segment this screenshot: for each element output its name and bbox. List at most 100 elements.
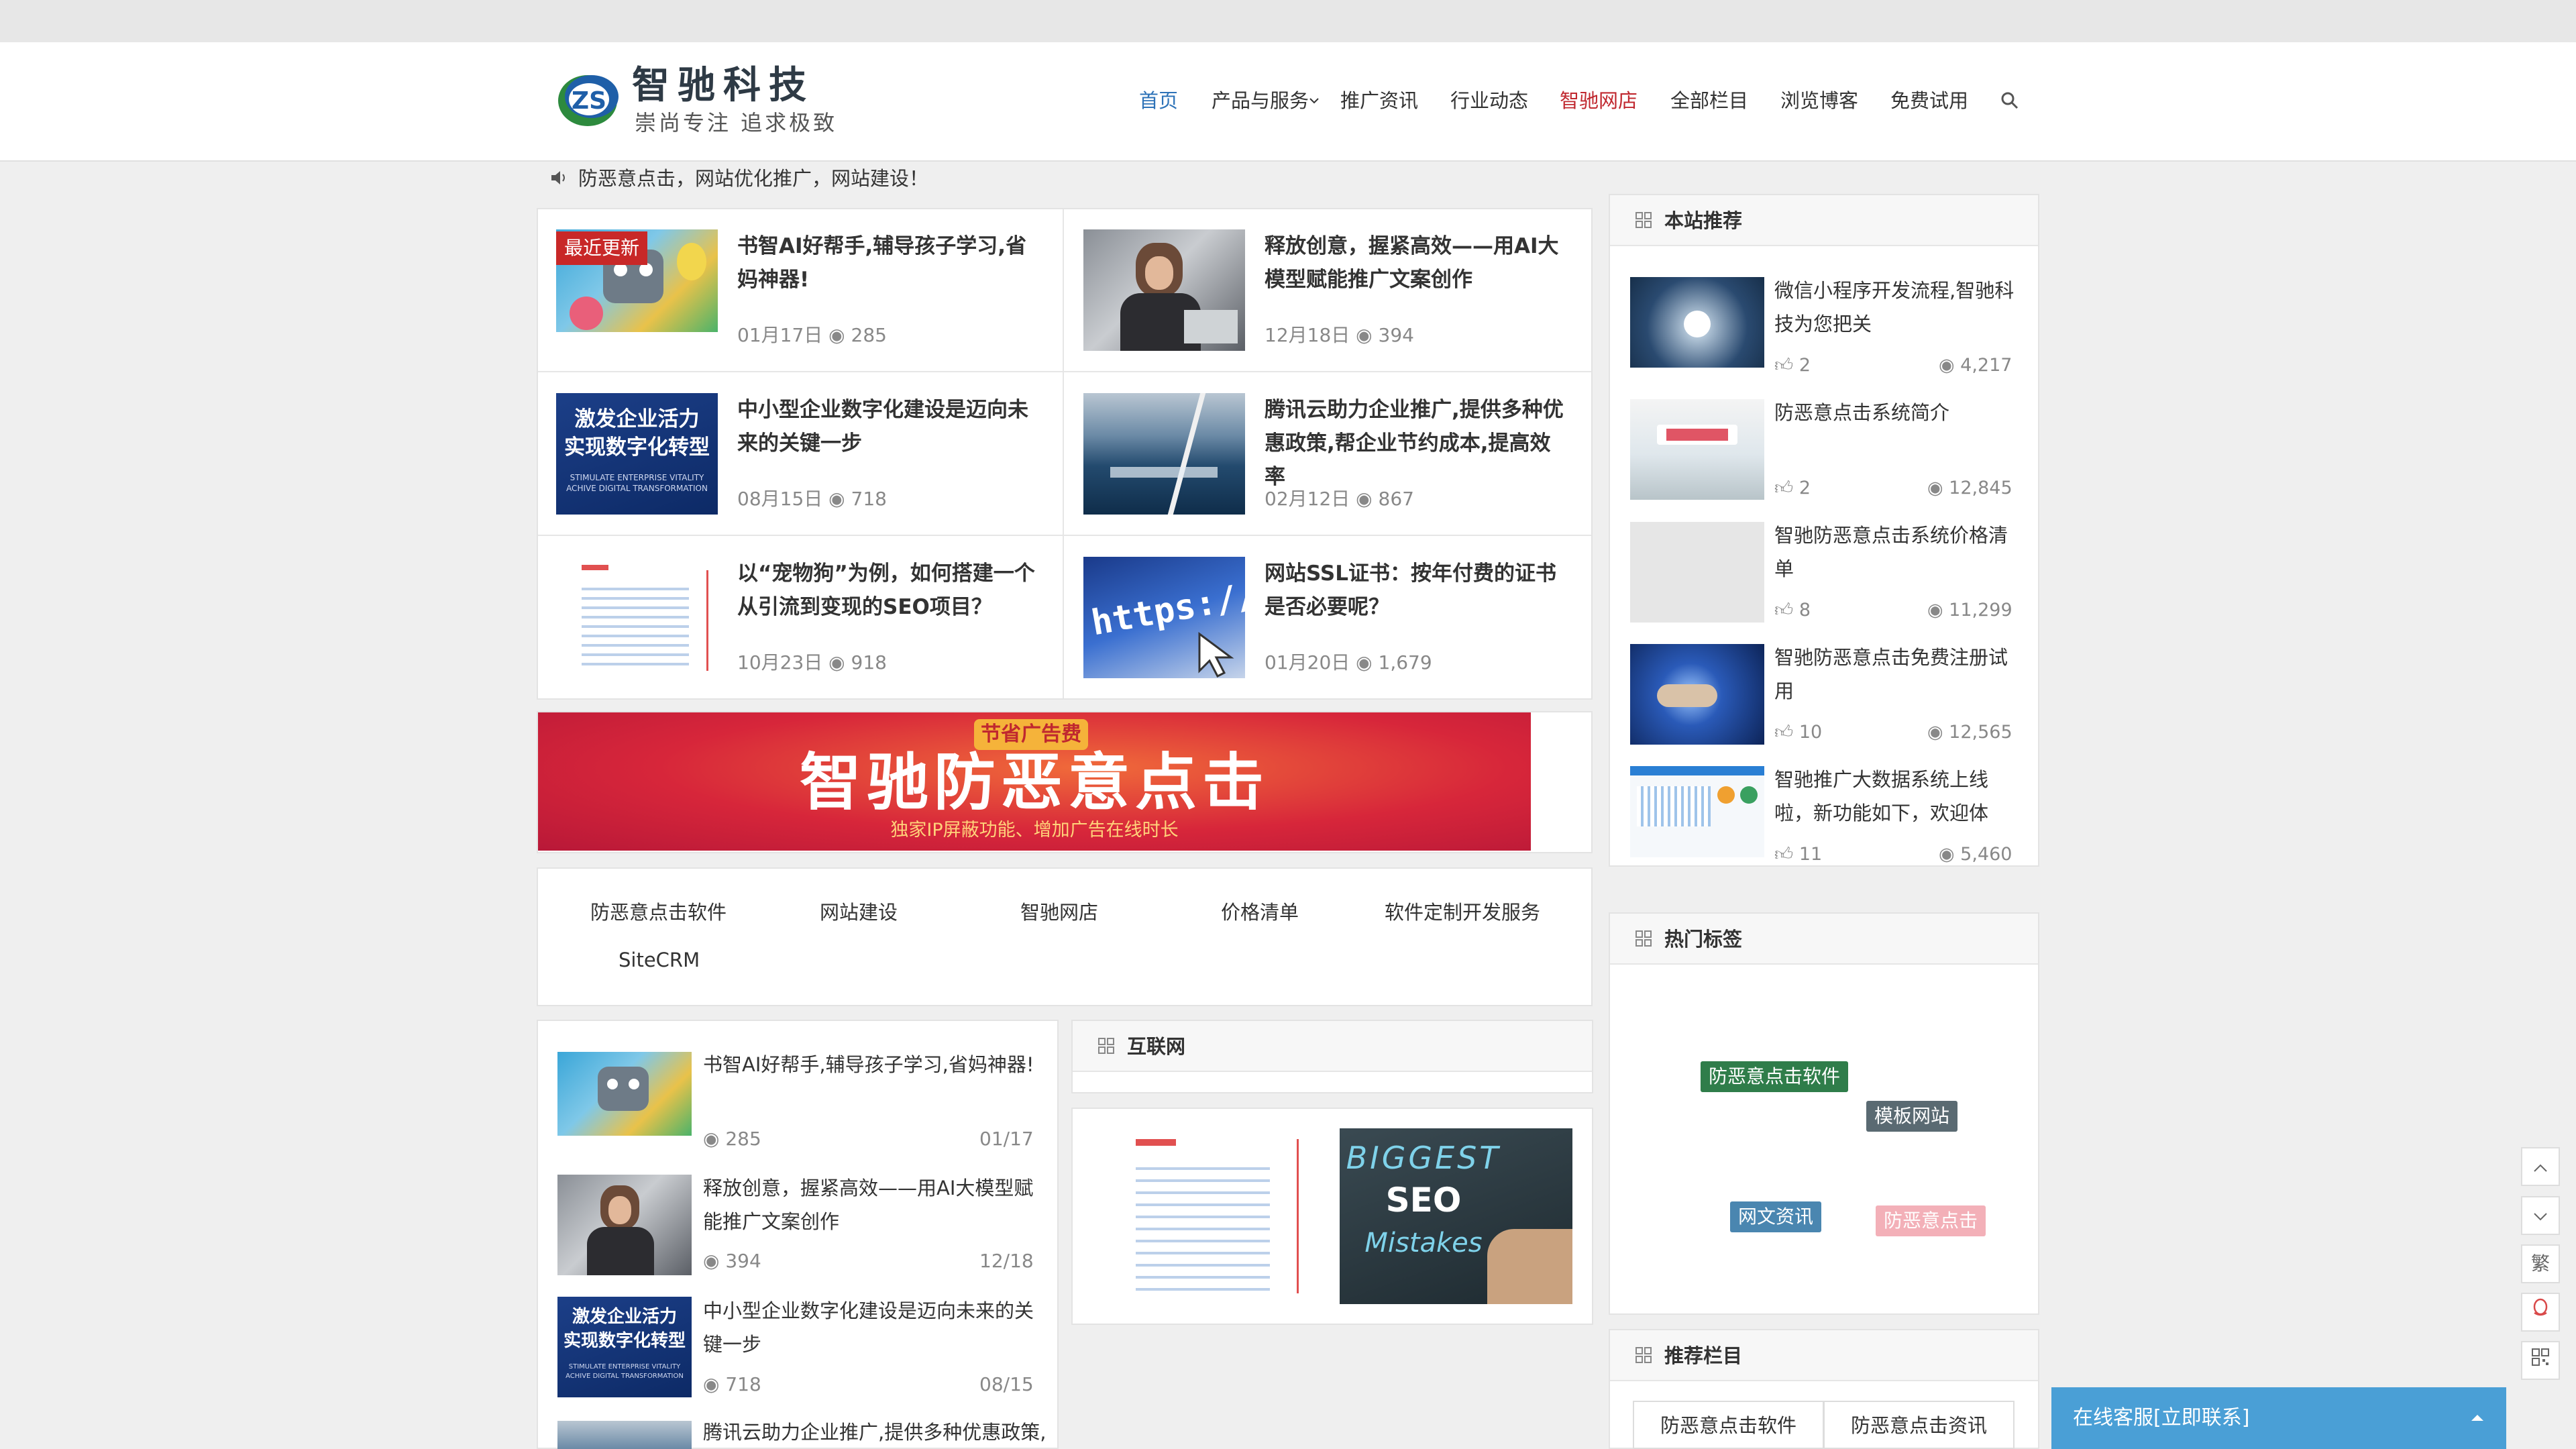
nav-shop[interactable]: 智驰网店 bbox=[1560, 87, 1638, 114]
recommend-thumbnail[interactable] bbox=[1630, 644, 1764, 745]
image-caption: 激发企业活力 bbox=[572, 1307, 677, 1327]
banner-image[interactable]: 节省广告费 智驰防恶意点击 独家IP屏蔽功能、增加广告在线时长 bbox=[538, 712, 1531, 851]
notice-text[interactable]: 防恶意点击，网站优化推广，网站建设！ bbox=[578, 165, 928, 192]
article-views: 867 bbox=[1378, 488, 1414, 510]
nav-all-columns[interactable]: 全部栏目 bbox=[1670, 87, 1748, 114]
image-caption: STIMULATE ENTERPRISE VITALITY bbox=[570, 473, 704, 482]
thumbs-up-icon: 👍︎ bbox=[1774, 478, 1794, 498]
list-thumbnail[interactable] bbox=[557, 1175, 692, 1275]
list-title[interactable]: 书智AI好帮手,辅导孩子学习,省妈神器! bbox=[703, 1048, 1038, 1081]
quicklink[interactable]: SiteCRM bbox=[619, 947, 700, 973]
article-title[interactable]: 以“宠物狗”为例，如何搭建一个从引流到变现的SEO项目？ bbox=[737, 557, 1040, 624]
image-caption: 实现数字化转型 bbox=[564, 435, 710, 460]
recommend-thumbnail[interactable] bbox=[1630, 522, 1764, 623]
eye-icon: ◉ bbox=[1356, 324, 1373, 346]
recommend-views: ◉ 12,845 bbox=[1927, 476, 2012, 500]
article-title[interactable]: 释放创意，握紧高效——用AI大模型赋能推广文案创作 bbox=[1265, 229, 1568, 297]
quicklink[interactable]: 软件定制开发服务 bbox=[1385, 899, 1540, 926]
article-date: 01月17日 bbox=[737, 324, 823, 346]
nav-home[interactable]: 首页 bbox=[1139, 87, 1178, 114]
logo-icon[interactable]: ZS bbox=[555, 67, 623, 129]
eye-icon: ◉ bbox=[1939, 355, 1955, 376]
article-thumbnail[interactable] bbox=[1083, 393, 1245, 515]
nav-free-trial[interactable]: 免费试用 bbox=[1890, 87, 1968, 114]
nav-blog[interactable]: 浏览博客 bbox=[1780, 87, 1858, 114]
recommend-title[interactable]: 微信小程序开发流程,智驰科技为您把关 bbox=[1774, 274, 2023, 341]
recommend-title[interactable]: 智驰防恶意点击系统价格清单 bbox=[1774, 519, 2023, 586]
recommend-likes: 👍︎ 11 bbox=[1774, 843, 1822, 867]
recommend-thumbnail[interactable] bbox=[1630, 277, 1764, 368]
list-thumbnail[interactable] bbox=[557, 1421, 692, 1449]
recommend-thumbnail[interactable] bbox=[1630, 766, 1764, 857]
recommend-title[interactable]: 智驰推广大数据系统上线啦，新功能如下，欢迎体 bbox=[1774, 763, 2023, 830]
recommend-views: ◉ 5,460 bbox=[1939, 843, 2012, 867]
tag-chip[interactable]: 模板网站 bbox=[1866, 1101, 1958, 1132]
section-heading: 本站推荐 bbox=[1664, 209, 1743, 232]
article-title[interactable]: 书智AI好帮手,辅导孩子学习,省妈神器! bbox=[737, 229, 1040, 297]
recommend-likes: 👍︎ 10 bbox=[1774, 720, 1822, 745]
grid-icon bbox=[1098, 1038, 1114, 1054]
list-date: 08/15 bbox=[979, 1373, 1034, 1395]
tag-chip[interactable]: 防恶意点击软件 bbox=[1701, 1061, 1849, 1092]
recommend-likes: 👍︎ 2 bbox=[1774, 354, 1811, 378]
section-heading: 推荐栏目 bbox=[1664, 1344, 1743, 1367]
recommend-title[interactable]: 防恶意点击系统简介 bbox=[1774, 396, 2023, 429]
list-date: 01/17 bbox=[979, 1128, 1034, 1150]
nav-products[interactable]: 产品与服务 bbox=[1212, 87, 1309, 114]
article-title[interactable]: 中小型企业数字化建设是迈向未来的关键一步 bbox=[737, 393, 1040, 460]
qq-penguin-icon bbox=[2533, 1298, 2548, 1316]
recommend-views: ◉ 4,217 bbox=[1939, 354, 2012, 378]
article-thumbnail[interactable]: 激发企业活力 实现数字化转型 STIMULATE ENTERPRISE VITA… bbox=[556, 393, 718, 515]
article-title[interactable]: 网站SSL证书：按年付费的证书是否必要呢？ bbox=[1265, 557, 1568, 624]
tag-chip[interactable]: 网文资讯 bbox=[1730, 1201, 1822, 1232]
logo-title[interactable]: 智驰科技 bbox=[632, 64, 814, 107]
online-service-bar[interactable]: 在线客服[立即联系] bbox=[2051, 1387, 2506, 1449]
eye-icon: ◉ bbox=[828, 651, 845, 674]
eye-icon: ◉ bbox=[1356, 651, 1373, 674]
internet-thumbnail[interactable]: BIGGEST SEO Mistakes bbox=[1340, 1128, 1572, 1304]
traditional-chinese-button[interactable]: 繁 bbox=[2521, 1244, 2560, 1283]
chevron-up-icon bbox=[2534, 1164, 2547, 1172]
likes-count: 10 bbox=[1799, 722, 1823, 743]
list-thumbnail[interactable] bbox=[557, 1052, 692, 1136]
quicklink[interactable]: 网站建设 bbox=[820, 899, 898, 926]
article-views: 285 bbox=[851, 324, 887, 346]
article-meta: 10月23日 ◉ 918 bbox=[737, 651, 887, 675]
recommend-title[interactable]: 智驰防恶意点击免费注册试用 bbox=[1774, 641, 2023, 708]
eye-icon: ◉ bbox=[1927, 600, 1943, 621]
quicklink[interactable]: 智驰网店 bbox=[1020, 899, 1098, 926]
list-title[interactable]: 腾讯云助力企业推广,提供多种优惠政策, bbox=[703, 1415, 1079, 1449]
article-thumbnail[interactable] bbox=[1083, 229, 1245, 351]
nav-industry[interactable]: 行业动态 bbox=[1450, 87, 1528, 114]
image-caption: ACHIVE DIGITAL TRANSFORMATION bbox=[566, 1373, 684, 1380]
column-button[interactable]: 防恶意点击资讯 bbox=[1823, 1401, 2015, 1449]
nav-promo-news[interactable]: 推广资讯 bbox=[1340, 87, 1418, 114]
column-button[interactable]: 防恶意点击软件 bbox=[1633, 1401, 1824, 1449]
list-thumbnail[interactable]: 激发企业活力 实现数字化转型 STIMULATE ENTERPRISE VITA… bbox=[557, 1297, 692, 1397]
list-title[interactable]: 中小型企业数字化建设是迈向未来的关键一步 bbox=[703, 1294, 1038, 1361]
article-title[interactable]: 腾讯云助力企业推广,提供多种优惠政策,帮企业节约成本,提高效率 bbox=[1265, 393, 1568, 494]
article-thumbnail[interactable] bbox=[556, 557, 718, 678]
quicklink[interactable]: 防恶意点击软件 bbox=[590, 899, 727, 926]
internet-thumbnail[interactable] bbox=[1095, 1128, 1319, 1304]
article-meta: 01月17日 ◉ 285 bbox=[737, 323, 887, 347]
article-meta: 12月18日 ◉ 394 bbox=[1265, 323, 1414, 347]
article-thumbnail[interactable]: https://www bbox=[1083, 557, 1245, 678]
article-date: 01月20日 bbox=[1265, 651, 1350, 674]
tag-chip[interactable]: 防恶意点击 bbox=[1876, 1205, 1986, 1236]
qq-button[interactable] bbox=[2521, 1293, 2560, 1332]
scroll-top-button[interactable] bbox=[2521, 1147, 2560, 1186]
recommend-thumbnail[interactable] bbox=[1630, 399, 1764, 500]
grid-divider-h bbox=[538, 371, 1591, 372]
list-title[interactable]: 释放创意，握紧高效——用AI大模型赋能推广文案创作 bbox=[703, 1171, 1038, 1238]
views-count: 285 bbox=[725, 1128, 761, 1150]
image-caption: BIGGEST bbox=[1346, 1140, 1501, 1176]
qrcode-button[interactable] bbox=[2521, 1341, 2560, 1380]
chevron-down-icon bbox=[1309, 98, 1319, 104]
search-icon[interactable] bbox=[2000, 91, 2019, 110]
latest-update-badge: 最近更新 bbox=[556, 231, 648, 265]
article-date: 08月15日 bbox=[737, 488, 823, 510]
quicklink[interactable]: 价格清单 bbox=[1221, 899, 1299, 926]
scroll-bottom-button[interactable] bbox=[2521, 1196, 2560, 1235]
likes-count: 2 bbox=[1799, 355, 1811, 376]
